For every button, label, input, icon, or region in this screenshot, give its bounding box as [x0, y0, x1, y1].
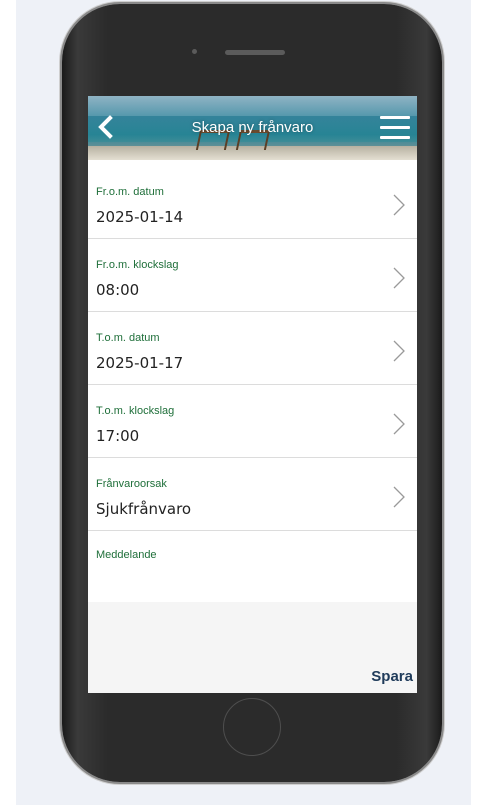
- from-date-row[interactable]: Fr.o.m. datum 2025-01-14: [88, 166, 417, 239]
- home-button: [223, 698, 281, 756]
- hamburger-line: [380, 126, 410, 129]
- field-label: Fr.o.m. datum: [96, 186, 164, 198]
- field-value: 2025-01-14: [96, 208, 184, 226]
- hamburger-menu-icon: [380, 116, 410, 119]
- chevron-right-icon: [393, 486, 405, 508]
- phone-frame: Skapa ny frånvaro Fr.o.m. datum 2025-01-…: [62, 4, 442, 782]
- chevron-right-icon: [393, 413, 405, 435]
- field-value: 17:00: [96, 427, 140, 445]
- page-title: Skapa ny frånvaro: [191, 119, 314, 136]
- chevron-right-icon: [393, 267, 405, 289]
- earpiece-speaker: [225, 50, 285, 55]
- field-label: Frånvaroorsak: [96, 478, 167, 490]
- hamburger-line: [380, 136, 410, 139]
- front-camera: [192, 49, 197, 54]
- to-date-row[interactable]: T.o.m. datum 2025-01-17: [88, 312, 417, 385]
- message-input[interactable]: [96, 567, 410, 593]
- from-time-row[interactable]: Fr.o.m. klockslag 08:00: [88, 239, 417, 312]
- field-label: Fr.o.m. klockslag: [96, 259, 179, 271]
- field-value: 08:00: [96, 281, 140, 299]
- absence-reason-row[interactable]: Frånvaroorsak Sjukfrånvaro: [88, 458, 417, 531]
- absence-form: Fr.o.m. datum 2025-01-14 Fr.o.m. klocksl…: [88, 166, 417, 597]
- app-screen: Skapa ny frånvaro Fr.o.m. datum 2025-01-…: [88, 96, 417, 693]
- message-row: Meddelande: [88, 531, 417, 597]
- field-value: 2025-01-17: [96, 354, 184, 372]
- chevron-right-icon: [393, 340, 405, 362]
- message-label: Meddelande: [96, 549, 157, 561]
- form-footer: Spara: [88, 602, 417, 693]
- chevron-right-icon: [393, 194, 405, 216]
- field-label: T.o.m. klockslag: [96, 405, 175, 417]
- app-header: Skapa ny frånvaro: [88, 96, 417, 160]
- to-time-row[interactable]: T.o.m. klockslag 17:00: [88, 385, 417, 458]
- menu-button[interactable]: [380, 116, 410, 140]
- field-label: T.o.m. datum: [96, 332, 160, 344]
- save-button[interactable]: Spara: [371, 668, 413, 685]
- field-value: Sjukfrånvaro: [96, 500, 192, 518]
